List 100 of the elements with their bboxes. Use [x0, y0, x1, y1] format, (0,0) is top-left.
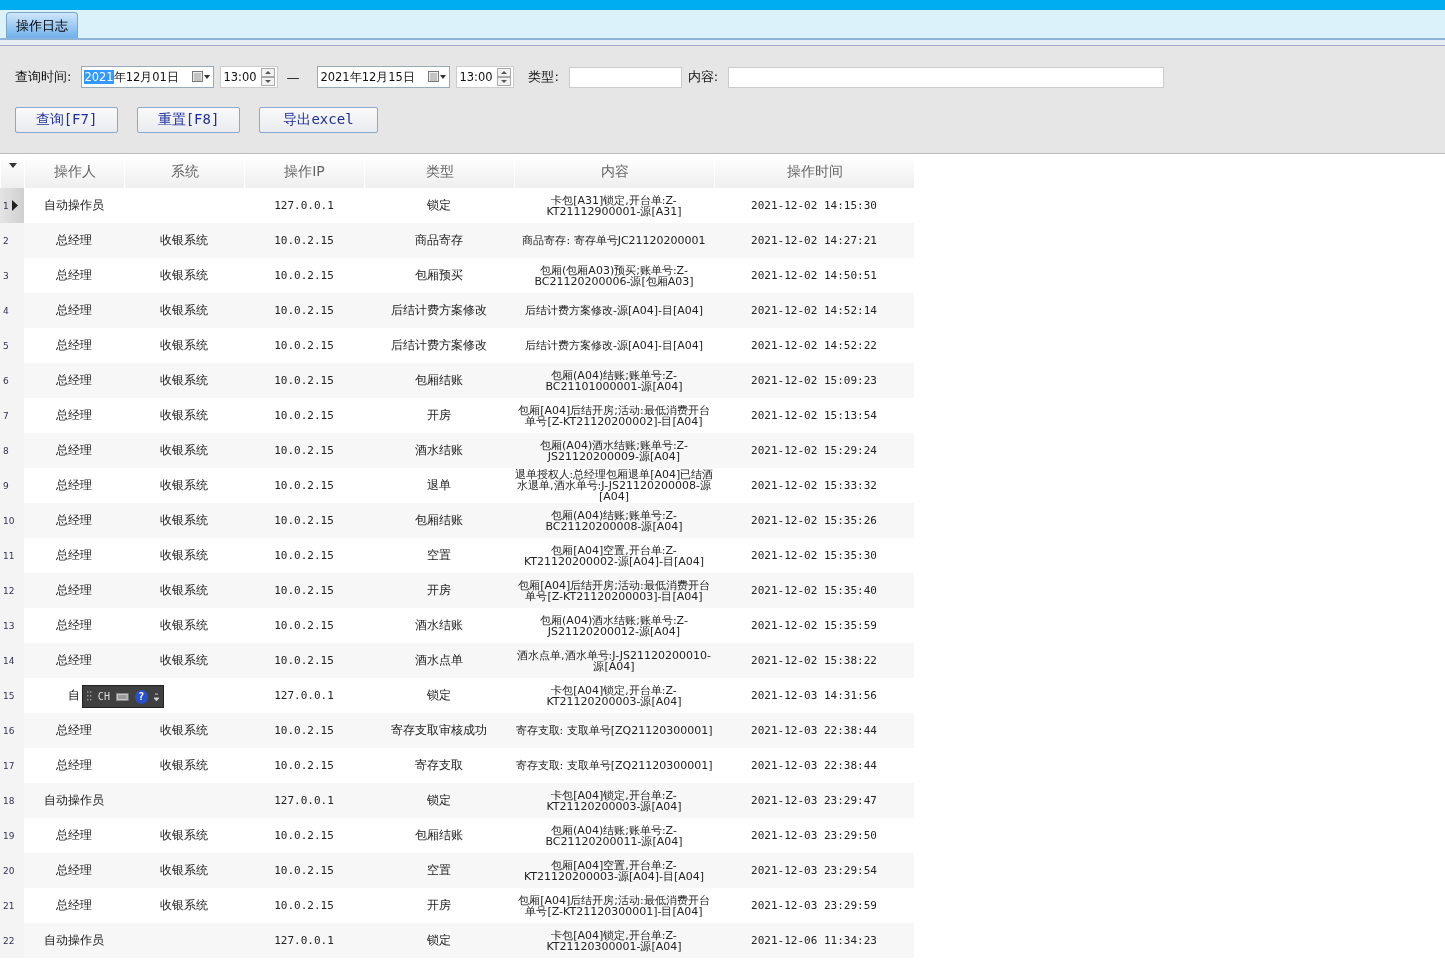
table-cell: 自动操作员 [44, 197, 104, 214]
type-input[interactable] [568, 66, 682, 88]
row-number: 20 [3, 865, 15, 876]
table-cell: 2021-12-03 23:29:59 [751, 899, 877, 912]
table-cell: 锁定 [427, 932, 451, 949]
row-header[interactable]: 16 [0, 713, 24, 748]
row-header[interactable]: 21 [0, 888, 24, 923]
calendar-dropdown-icon[interactable] [428, 71, 447, 83]
row-header[interactable]: 1 [0, 188, 24, 223]
table-cell: 收银系统 [160, 652, 208, 669]
table-cell: 10.0.2.15 [274, 899, 334, 912]
table-cell: 寄存支取 [415, 757, 463, 774]
row-header[interactable]: 13 [0, 608, 24, 643]
row-header[interactable]: 12 [0, 573, 24, 608]
options-caret-icon[interactable] [154, 692, 159, 701]
table-cell: 2021-12-02 15:33:32 [751, 479, 877, 492]
table-cell: 收银系统 [160, 512, 208, 529]
table-cell: 127.0.0.1 [274, 199, 334, 212]
table-cell-text: 包厢[A04]后结开房;活动:最低消费开台单号[Z-KT21120200003]-目[A04] [517, 579, 711, 602]
table-cell: 总经理 [56, 582, 92, 599]
row-header[interactable]: 17 [0, 748, 24, 783]
table-cell-text: 卡包[A04]锁定,开台单:Z-KT21120200003-源[A04] [545, 789, 683, 812]
table-cell: 酒水结账 [415, 617, 463, 634]
grip-icon[interactable] [87, 690, 92, 703]
calendar-dropdown-icon[interactable] [192, 71, 211, 83]
row-header[interactable]: 5 [0, 328, 24, 363]
table-cell: 2021-12-02 15:13:54 [751, 409, 877, 422]
table-cell: 2021-12-02 14:50:51 [751, 269, 877, 282]
table-cell: 空置 [427, 547, 451, 564]
row-header[interactable]: 2 [0, 223, 24, 258]
row-number: 3 [3, 270, 9, 281]
table-cell: 2021-12-03 23:29:47 [751, 794, 877, 807]
table-cell: 总经理 [56, 757, 92, 774]
row-number: 2 [3, 235, 9, 246]
row-header[interactable]: 6 [0, 363, 24, 398]
row-header[interactable]: 7 [0, 398, 24, 433]
table-cell-text: 卡包[A04]锁定,开台单:Z-KT21120300001-源[A04] [545, 929, 683, 952]
keyboard-icon[interactable] [115, 692, 129, 701]
table-cell: 2021-12-02 15:38:22 [751, 654, 877, 667]
language-indicator[interactable]: CH [97, 691, 110, 702]
table-cell: 收银系统 [160, 477, 208, 494]
table-cell: 10.0.2.15 [274, 269, 334, 282]
table-cell: 总经理 [56, 722, 92, 739]
table-cell: 寄存支取: 支取单号[ZQ21120300001] [515, 725, 713, 736]
table-cell: 收银系统 [160, 547, 208, 564]
field-label: 类型: [528, 68, 559, 86]
table-cell: 总经理 [56, 652, 92, 669]
row-header[interactable]: 20 [0, 853, 24, 888]
row-header[interactable]: 15 [0, 678, 24, 713]
row-number: 13 [3, 620, 15, 631]
table-cell: 收银系统 [160, 372, 208, 389]
table-cell: 锁定 [427, 687, 451, 704]
spinner-icon[interactable] [261, 68, 276, 86]
action-button[interactable]: 查询[F7] [15, 107, 118, 133]
date-field[interactable]: 2021年12月01日 [81, 66, 215, 88]
table-cell: 总经理 [56, 407, 92, 424]
row-number: 12 [3, 585, 15, 596]
table-cell: 收银系统 [160, 407, 208, 424]
table-cell: 开房 [427, 407, 451, 424]
table-cell: 2021-12-03 14:31:56 [751, 689, 877, 702]
table-cell: 总经理 [56, 547, 92, 564]
tab[interactable]: 操作日志 [6, 12, 78, 38]
table-cell: 10.0.2.15 [274, 724, 334, 737]
table-cell: 收银系统 [160, 302, 208, 319]
time-field[interactable]: 13:00 [220, 66, 279, 88]
row-header[interactable]: 8 [0, 433, 24, 468]
row-number: 8 [3, 445, 9, 456]
action-button[interactable]: 重置[F8] [137, 107, 240, 133]
help-button[interactable]: ? [134, 689, 149, 704]
table-cell: 寄存支取: 支取单号[ZQ21120300001] [515, 760, 713, 771]
table-cell: 商品寄存 [415, 232, 463, 249]
row-header[interactable]: 9 [0, 468, 24, 503]
row-header[interactable]: 18 [0, 783, 24, 818]
row-header[interactable]: 3 [0, 258, 24, 293]
row-number: 19 [3, 830, 15, 841]
table-cell: 10.0.2.15 [274, 759, 334, 772]
date-field[interactable]: 2021年12月15日 [317, 66, 451, 88]
table-cell: 10.0.2.15 [274, 549, 334, 562]
sort-caret-icon[interactable] [8, 162, 17, 168]
table-cell: 127.0.0.1 [274, 794, 334, 807]
row-header[interactable]: 19 [0, 818, 24, 853]
row-header[interactable]: 11 [0, 538, 24, 573]
row-header[interactable]: 22 [0, 923, 24, 958]
table-cell-text: 包厢(包厢A03)预买;账单号:Z-BC21120200006-源[包厢A03] [533, 264, 695, 287]
table-cell: 包厢预买 [415, 267, 463, 284]
time-field[interactable]: 13:00 [456, 66, 515, 88]
row-number: 5 [3, 340, 9, 351]
action-button[interactable]: 导出excel [259, 107, 378, 133]
row-header[interactable]: 4 [0, 293, 24, 328]
table-cell: 2021-12-02 15:35:26 [751, 514, 877, 527]
spinner-icon[interactable] [497, 68, 512, 86]
table-cell: 酒水点单 [415, 652, 463, 669]
table-cell: 2021-12-02 14:52:14 [751, 304, 877, 317]
row-header[interactable]: 10 [0, 503, 24, 538]
table-cell-text: 包厢(A04)酒水结账;账单号:Z-JS21120200009-源[A04] [539, 439, 689, 462]
table-cell: 2021-12-03 23:29:54 [751, 864, 877, 877]
row-header[interactable]: 14 [0, 643, 24, 678]
table-cell: 商品寄存: 寄存单号JC21120200001 [522, 235, 706, 246]
table-cell: 10.0.2.15 [274, 514, 334, 527]
content-input[interactable] [728, 66, 1165, 88]
